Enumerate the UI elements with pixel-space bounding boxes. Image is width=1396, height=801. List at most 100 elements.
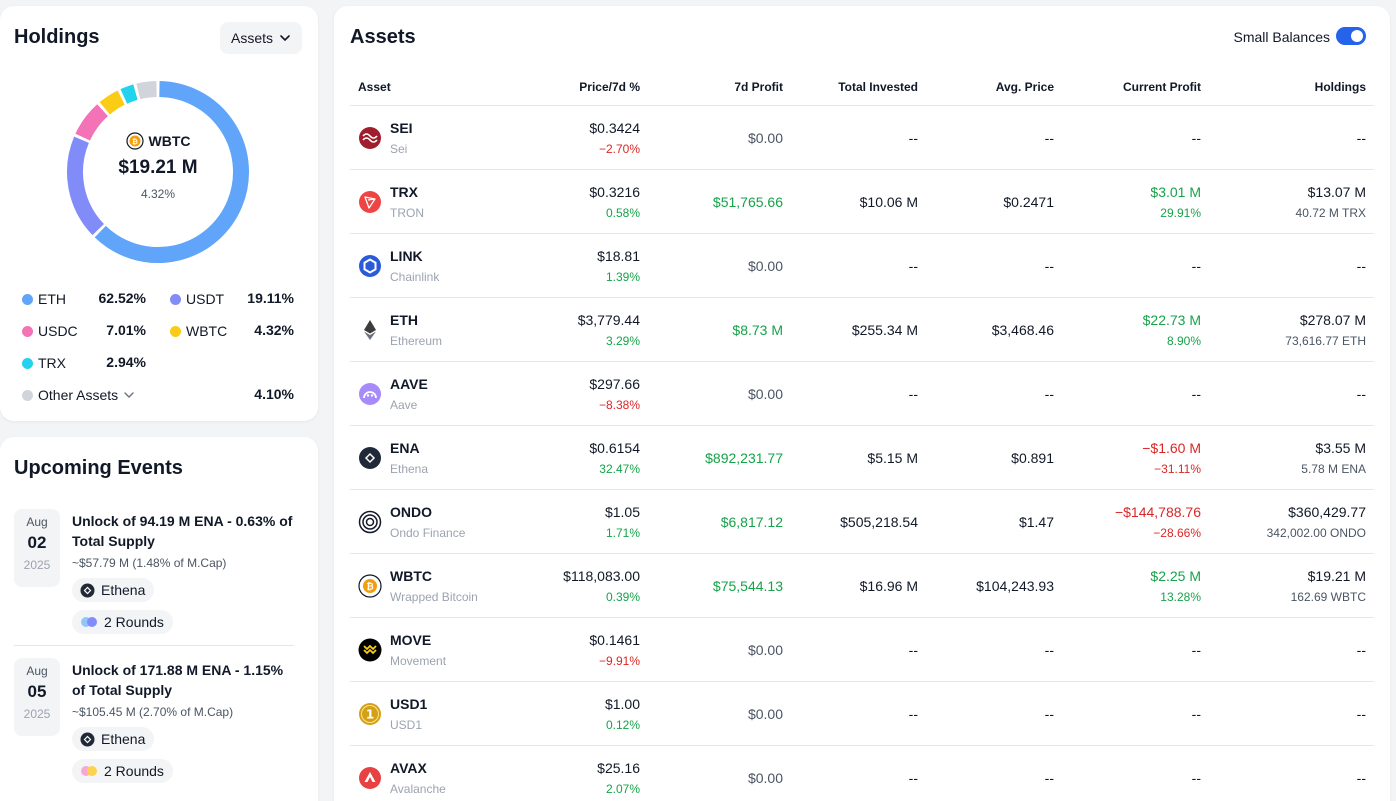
asset-name: Ethereum — [390, 334, 443, 348]
column-header-current-profit[interactable]: Current Profit — [1123, 80, 1201, 94]
total-invested: $255.34 M — [851, 322, 918, 338]
total-invested: -- — [908, 706, 918, 722]
asset-symbol[interactable]: ONDO — [390, 504, 432, 520]
movement-icon — [358, 638, 382, 662]
table-row[interactable]: AAVE Aave $297.66 −8.38% $0.00 -- -- -- … — [350, 362, 1374, 426]
price-cell: $18.81 1.39% — [597, 248, 640, 284]
asset-symbol[interactable]: LINK — [390, 248, 423, 264]
table-row[interactable]: LINK Chainlink $18.81 1.39% $0.00 -- -- … — [350, 234, 1374, 298]
current_pct: 29.91% — [1160, 206, 1201, 220]
profit-7d: $0.00 — [747, 770, 783, 786]
column-header-holdings[interactable]: Holdings — [1315, 80, 1366, 94]
chip-label: Ethena — [101, 731, 146, 747]
legend-item-eth[interactable]: ETH — [22, 290, 66, 308]
legend-item-trx[interactable]: TRX — [22, 354, 66, 372]
avg-price: -- — [1044, 258, 1054, 274]
chip-label: 2 Rounds — [104, 763, 164, 779]
profit-7d: $0.00 — [747, 642, 783, 658]
column-header-total-invested[interactable]: Total Invested — [838, 80, 918, 94]
table-row[interactable]: AVAX Avalanche $25.16 2.07% $0.00 -- -- … — [350, 746, 1374, 801]
chevron-down-icon[interactable] — [123, 389, 135, 401]
asset-symbol[interactable]: WBTC — [390, 568, 432, 584]
holdings-value: -- — [1356, 706, 1366, 722]
rounds-chip[interactable]: 2 Rounds — [72, 610, 173, 634]
asset-name: Avalanche — [390, 782, 446, 796]
column-header-price[interactable]: Price/7d % — [579, 80, 640, 94]
asset-symbol[interactable]: AAVE — [390, 376, 428, 392]
donut-segment-wbtc[interactable] — [99, 90, 125, 115]
asset-symbol[interactable]: SEI — [390, 120, 413, 136]
table-row[interactable]: ONDO Ondo Finance $1.05 1.71% $6,817.12 … — [350, 490, 1374, 554]
table-row[interactable]: ETH Ethereum $3,779.44 3.29% $8.73 M $25… — [350, 298, 1374, 362]
price: $118,083.00 — [563, 568, 640, 584]
profit-7d: $0.00 — [747, 258, 783, 274]
event-item[interactable]: Aug 05 2025 Unlock of 171.88 M ENA - 1.1… — [14, 658, 294, 788]
change: 1.71% — [605, 526, 640, 540]
small-balances-toggle[interactable] — [1336, 27, 1366, 45]
legend-dot — [22, 293, 33, 305]
holdings-value: -- — [1356, 642, 1366, 658]
ondo-icon — [358, 510, 382, 534]
small-balances-label: Small Balances — [1233, 29, 1331, 45]
table-row[interactable]: TRX TRON $0.3216 0.58% $51,765.66 $10.06… — [350, 170, 1374, 234]
chip-label: Ethena — [101, 582, 146, 598]
event-divider — [14, 645, 294, 646]
legend-item-usdc[interactable]: USDC — [22, 322, 78, 340]
table-row[interactable]: MOVE Movement $0.1461 −9.91% $0.00 -- --… — [350, 618, 1374, 682]
donut-segment-trx[interactable] — [120, 84, 138, 104]
table-row[interactable]: 1 USD1 USD1 $1.00 0.12% $0.00 -- -- -- -… — [350, 682, 1374, 746]
ethena-icon — [80, 583, 95, 597]
column-header-7d-profit[interactable]: 7d Profit — [734, 80, 783, 94]
legend-item-wbtc[interactable]: WBTC — [170, 322, 227, 340]
asset-symbol[interactable]: MOVE — [390, 632, 431, 648]
change: 0.12% — [605, 718, 640, 732]
event-title[interactable]: Unlock of 171.88 M ENA - 1.15% of Total … — [72, 660, 294, 700]
total-invested: $505,218.54 — [840, 514, 918, 530]
current_pct: −28.66% — [1153, 526, 1201, 540]
price-cell: $25.16 2.07% — [597, 760, 640, 796]
asset-symbol[interactable]: TRX — [390, 184, 418, 200]
event-item[interactable]: Aug 02 2025 Unlock of 94.19 M ENA - 0.63… — [14, 509, 294, 639]
upcoming-events-card: Upcoming Events Aug 02 2025 Unlock of 94… — [0, 437, 318, 801]
price: $25.16 — [597, 760, 640, 776]
holdings-cell: $278.07 M 73,616.77 ETH — [1285, 312, 1366, 348]
ethereum-icon — [364, 320, 376, 340]
holdings-value: $13.07 M — [1307, 184, 1366, 200]
holdings-card: Holdings Assets ₿ WBTC $19.21 M 4.32% ET… — [0, 6, 318, 421]
project-chip-ethena[interactable]: Ethena — [72, 578, 155, 602]
donut-segment-other-assets[interactable] — [136, 81, 157, 100]
table-row[interactable]: ENA Ethena $0.6154 32.47% $892,231.77 $5… — [350, 426, 1374, 490]
asset-symbol[interactable]: AVAX — [390, 760, 427, 776]
assets-table-header: Asset Price/7d % 7d Profit Total Investe… — [350, 72, 1374, 106]
table-row[interactable]: ₿ WBTC Wrapped Bitcoin $118,083.00 0.39%… — [350, 554, 1374, 618]
event-title[interactable]: Unlock of 94.19 M ENA - 0.63% of Total S… — [72, 511, 294, 551]
holdings_sub: 40.72 M TRX — [1295, 206, 1366, 220]
asset-symbol[interactable]: USD1 — [390, 696, 427, 712]
current-profit: −$1.60 M — [1142, 440, 1201, 456]
asset-symbol[interactable]: ENA — [390, 440, 420, 456]
event-day: 02 — [27, 533, 47, 552]
avg-price: -- — [1044, 386, 1054, 402]
legend-item-usdt[interactable]: USDT — [170, 290, 224, 308]
assets-dropdown[interactable]: Assets — [220, 22, 302, 54]
donut-center-pct: 4.32% — [140, 187, 176, 201]
avg-price: $1.47 — [1018, 514, 1054, 530]
chainlink-icon — [359, 255, 381, 277]
legend-item-other-assets[interactable]: Other Assets — [22, 386, 135, 404]
change: −2.70% — [598, 142, 640, 156]
rounds-chip[interactable]: 2 Rounds — [72, 759, 173, 783]
donut-center-value: $19.21 M — [118, 157, 198, 178]
project-chip-ethena[interactable]: Ethena — [72, 727, 155, 751]
column-header-asset[interactable]: Asset — [358, 80, 391, 94]
asset-name: Movement — [390, 654, 447, 668]
tron-icon — [359, 191, 381, 213]
column-header-avg-price[interactable]: Avg. Price — [996, 80, 1054, 94]
current_pct: 13.28% — [1160, 590, 1201, 604]
current-profit: $22.73 M — [1142, 312, 1201, 328]
legend-dot — [22, 389, 33, 401]
table-row[interactable]: SEI Sei $0.3424 −2.70% $0.00 -- -- -- -- — [350, 106, 1374, 170]
legend-pct-eth: 62.52% — [98, 290, 146, 306]
total-invested: -- — [908, 258, 918, 274]
asset-symbol[interactable]: ETH — [390, 312, 418, 328]
holdings-value: $19.21 M — [1307, 568, 1366, 584]
